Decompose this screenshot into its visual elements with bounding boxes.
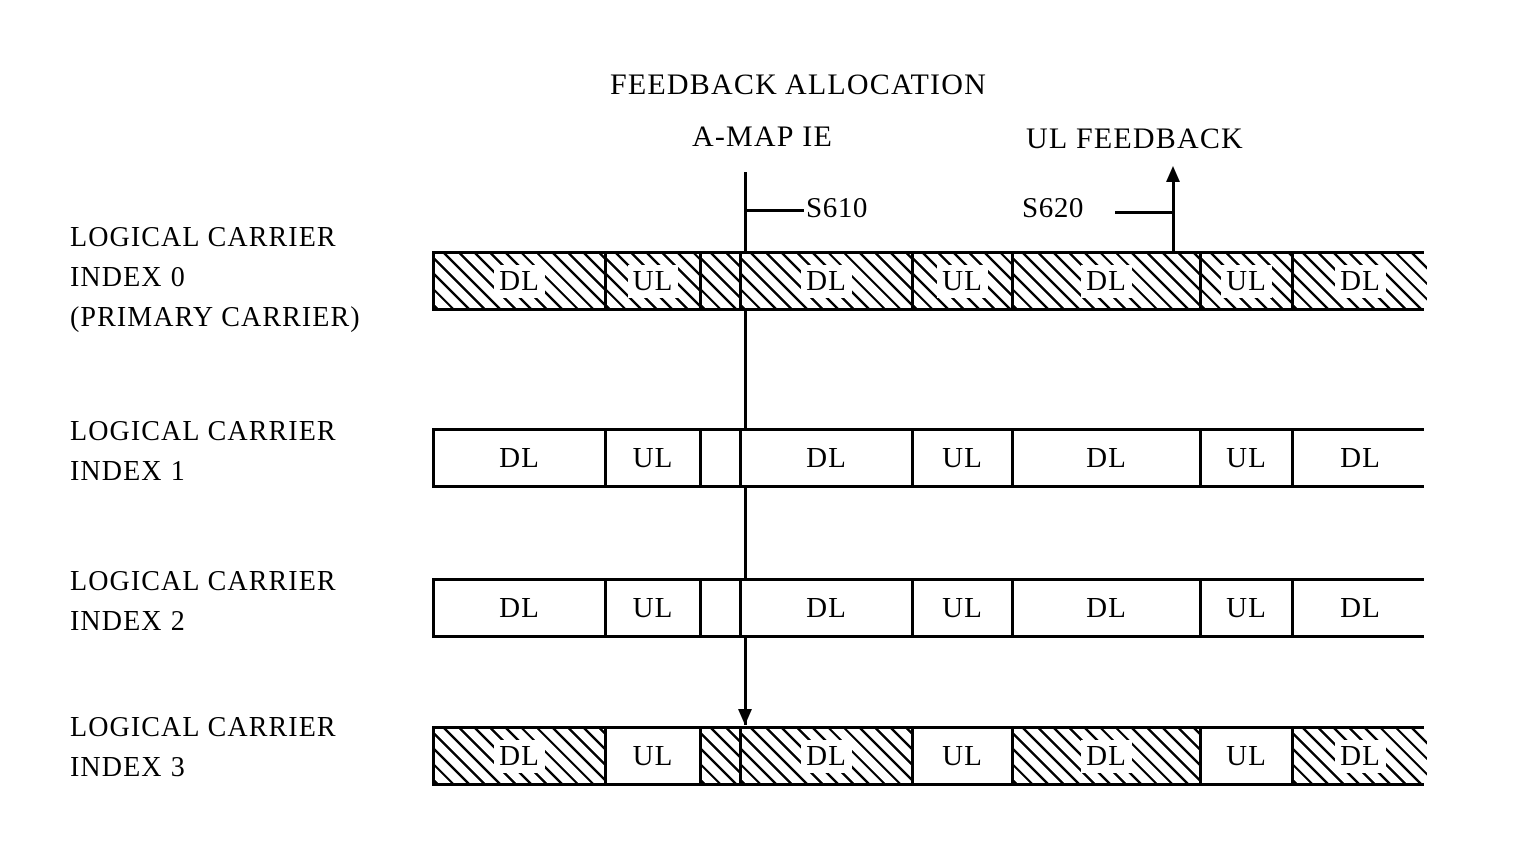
carrier-2-slot-dl-7: DL — [1294, 581, 1427, 635]
carrier-0-slot-ul-4: UL — [914, 254, 1014, 308]
carrier-3-slot-gap-2 — [702, 729, 742, 783]
slot-label: DL — [1337, 266, 1384, 296]
carrier-1-slot-ul-1: UL — [607, 431, 702, 485]
slot-label: DL — [1086, 591, 1127, 624]
s610-reference-label: S610 — [806, 192, 869, 224]
slot-label: UL — [942, 739, 983, 772]
slot-label: DL — [499, 441, 540, 474]
s610-leader-tick — [747, 209, 804, 212]
slot-label: DL — [1083, 266, 1130, 296]
carrier-0-slot-dl-7: DL — [1294, 254, 1427, 308]
carrier-2-slot-dl-5: DL — [1014, 581, 1202, 635]
carrier-bar-2: DL UL DL UL DL UL DL — [432, 578, 1427, 638]
slot-label: DL — [1340, 591, 1381, 624]
row-label-carrier-3: LOGICAL CARRIER INDEX 3 — [70, 712, 337, 783]
carrier-3-slot-dl-3: DL — [742, 729, 914, 783]
patent-figure: FEEDBACK ALLOCATION A-MAP IE UL FEEDBACK… — [0, 0, 1521, 855]
slot-label: DL — [496, 741, 543, 771]
carrier-bar-1: DL UL DL UL DL UL DL — [432, 428, 1427, 488]
carrier-1-slot-dl-7: DL — [1294, 431, 1427, 485]
row-label-carrier-2: LOGICAL CARRIER INDEX 2 — [70, 566, 337, 637]
row-label-carrier-1: LOGICAL CARRIER INDEX 1 — [70, 416, 337, 487]
carrier-1-slot-gap-2 — [702, 431, 742, 485]
slot-label: UL — [939, 266, 986, 296]
carrier-3-slot-ul-1: UL — [607, 729, 702, 783]
slot-label: DL — [1340, 441, 1381, 474]
a-map-ie-title: A-MAP IE — [692, 120, 833, 153]
carrier-2-slot-gap-2 — [702, 581, 742, 635]
carrier-1-slot-dl-0: DL — [435, 431, 607, 485]
feedback-allocation-title: FEEDBACK ALLOCATION — [610, 68, 987, 101]
slot-label: DL — [499, 591, 540, 624]
row-label-carrier-0: LOGICAL CARRIER INDEX 0 (PRIMARY CARRIER… — [70, 222, 361, 333]
ul-feedback-title: UL FEEDBACK — [1026, 122, 1244, 155]
slot-label: DL — [1337, 741, 1384, 771]
slot-label: UL — [1226, 591, 1267, 624]
s620-leader-line — [1172, 180, 1175, 251]
slot-label: UL — [632, 591, 674, 624]
slot-label: DL — [1086, 441, 1127, 474]
carrier-2-slot-dl-3: DL — [742, 581, 914, 635]
carrier-3-slot-dl-5: DL — [1014, 729, 1202, 783]
carrier-3-slot-dl-0: DL — [435, 729, 607, 783]
s620-leader-tick — [1115, 211, 1174, 214]
carrier-3-slot-ul-6: UL — [1202, 729, 1294, 783]
slot-label: UL — [632, 441, 674, 474]
carrier-2-slot-ul-4: UL — [914, 581, 1014, 635]
slot-label: UL — [942, 591, 983, 624]
slot-label: UL — [629, 266, 677, 296]
carrier-bar-3: DL UL DL UL DL UL DL — [432, 726, 1427, 786]
carrier-0-slot-ul-6: UL — [1202, 254, 1294, 308]
carrier-0-slot-ul-1: UL — [607, 254, 702, 308]
carrier-1-slot-ul-4: UL — [914, 431, 1014, 485]
carrier-2-slot-dl-0: DL — [435, 581, 607, 635]
slot-label: DL — [496, 266, 543, 296]
carrier-2-slot-ul-1: UL — [607, 581, 702, 635]
carrier-3-slot-ul-4: UL — [914, 729, 1014, 783]
carrier-0-slot-gap-2 — [702, 254, 742, 308]
slot-label: DL — [806, 441, 847, 474]
slot-label: DL — [806, 591, 847, 624]
slot-label: UL — [632, 739, 674, 772]
slot-label: DL — [803, 741, 850, 771]
carrier-1-slot-dl-5: DL — [1014, 431, 1202, 485]
carrier-1-slot-ul-6: UL — [1202, 431, 1294, 485]
slot-label: DL — [1083, 741, 1130, 771]
slot-label: UL — [942, 441, 983, 474]
slot-label: UL — [1226, 739, 1267, 772]
carrier-bar-0: DL UL DL UL DL UL DL — [432, 251, 1427, 311]
s610-arrowhead-icon — [738, 709, 752, 725]
carrier-0-slot-dl-0: DL — [435, 254, 607, 308]
slot-label: UL — [1226, 441, 1267, 474]
carrier-0-slot-dl-3: DL — [742, 254, 914, 308]
carrier-1-slot-dl-3: DL — [742, 431, 914, 485]
slot-label: DL — [803, 266, 850, 296]
carrier-2-slot-ul-6: UL — [1202, 581, 1294, 635]
slot-label: UL — [1223, 266, 1270, 296]
carrier-0-slot-dl-5: DL — [1014, 254, 1202, 308]
carrier-3-slot-dl-7: DL — [1294, 729, 1427, 783]
s620-reference-label: S620 — [1022, 192, 1085, 224]
s620-arrowhead-icon — [1166, 166, 1180, 182]
